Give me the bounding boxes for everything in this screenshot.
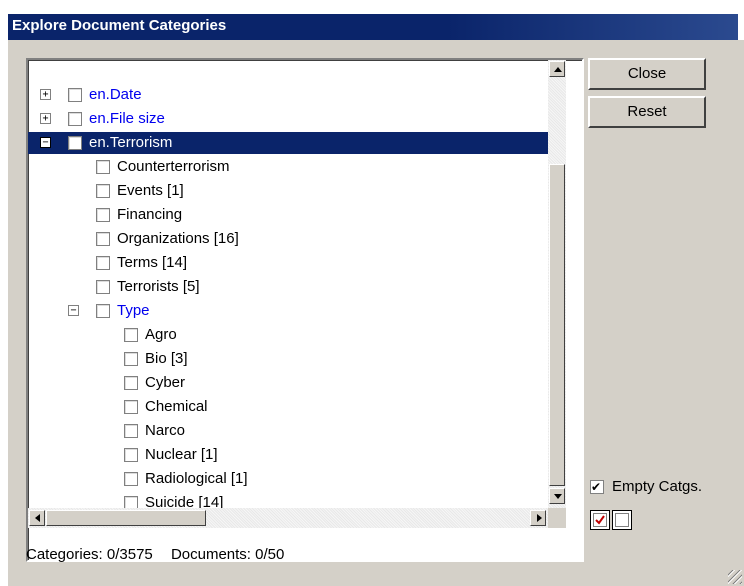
empty-catgs-checkbox[interactable] [590,476,604,498]
checked-box-icon [593,513,607,527]
reset-button[interactable]: Reset [588,96,706,128]
window-title: Explore Document Categories [12,17,227,34]
dialog-body: + en.Date + en.File size − en.Terrorism … [8,40,744,586]
node-checkbox[interactable] [124,472,138,486]
categories-count: Categories: 0/3575 [26,546,153,563]
documents-count: Documents: 0/50 [170,546,285,563]
arrow-down-icon [554,494,562,499]
node-checkbox[interactable] [124,376,138,390]
tree-node-label: Cyber [145,374,186,391]
close-button[interactable]: Close [588,58,706,90]
tree-node-label: en.Terrorism [89,134,173,151]
tree-node-label: Chemical [145,398,208,415]
tree-node-en-terrorism[interactable]: − en.Terrorism [28,132,548,154]
tree-node-label: Type [117,302,150,319]
node-checkbox[interactable] [124,448,138,462]
node-checkbox[interactable] [124,328,138,342]
node-checkbox[interactable] [96,160,110,174]
tree-node-label: Events [1] [117,182,184,199]
collapse-minus-icon[interactable]: − [68,305,79,316]
node-checkbox[interactable] [124,400,138,414]
node-checkbox[interactable] [96,256,110,270]
node-checkbox[interactable] [96,232,110,246]
check-all-button[interactable] [590,510,610,530]
expand-plus-icon[interactable]: + [40,113,51,124]
node-checkbox[interactable] [96,184,110,198]
tree-node-label: Radiological [1] [145,470,248,487]
tree-node-label: Agro [145,326,177,343]
tree-node-label: Narco [145,422,186,439]
window-frame [0,40,8,586]
tree-node-label: Counterterrorism [117,158,230,175]
horizontal-scroll-thumb[interactable] [46,510,206,526]
status-bar: Categories: 0/3575 Documents: 0/50 [26,546,298,563]
scroll-right-button[interactable] [530,510,546,526]
node-checkbox[interactable] [124,424,138,438]
node-checkbox[interactable] [96,280,110,294]
tree-node-label: en.File size [89,110,165,127]
tree-content: + en.Date + en.File size − en.Terrorism … [28,60,548,511]
scroll-left-button[interactable] [29,510,45,526]
category-tree[interactable]: + en.Date + en.File size − en.Terrorism … [26,58,584,562]
uncheck-all-button[interactable] [612,510,632,530]
empty-box-icon [615,513,629,527]
empty-catgs-label: Empty Catgs. [612,478,703,495]
tree-node-label: Terms [14] [117,254,188,271]
scroll-down-button[interactable] [549,488,565,504]
collapse-minus-icon[interactable]: − [40,137,51,148]
tree-node-label: Organizations [16] [117,230,239,247]
vertical-scroll-thumb[interactable] [549,164,565,486]
node-checkbox[interactable] [124,352,138,366]
expand-plus-icon[interactable]: + [40,89,51,100]
tree-node-label: Terrorists [5] [117,278,200,295]
node-checkbox[interactable] [96,208,110,222]
node-checkbox[interactable] [96,304,110,318]
tree-node-label: Bio [3] [145,350,188,367]
node-checkbox[interactable] [68,112,82,126]
horizontal-scrollbar[interactable] [28,508,548,528]
scrollbar-corner [548,508,566,528]
node-checkbox[interactable] [68,136,82,150]
tree-node-label: en.Date [89,86,142,103]
title-bar-strip[interactable]: Explore Document Categories [8,14,738,40]
tree-node-en-file-size[interactable]: + en.File size [28,108,548,130]
node-checkbox[interactable] [68,88,82,102]
arrow-up-icon [554,67,562,72]
reset-button-label: Reset [627,103,667,120]
tree-node-label: Financing [117,206,183,223]
tree-node-en-date[interactable]: + en.Date [28,84,548,106]
arrow-left-icon [35,514,40,522]
close-button-label: Close [627,65,667,82]
resize-grip-icon[interactable] [728,570,742,584]
scroll-up-button[interactable] [549,61,565,77]
tree-node-label: Nuclear [1] [145,446,218,463]
title-bar: Explore Document Categories [0,0,744,40]
vertical-scrollbar[interactable] [548,60,566,508]
arrow-right-icon [537,514,542,522]
